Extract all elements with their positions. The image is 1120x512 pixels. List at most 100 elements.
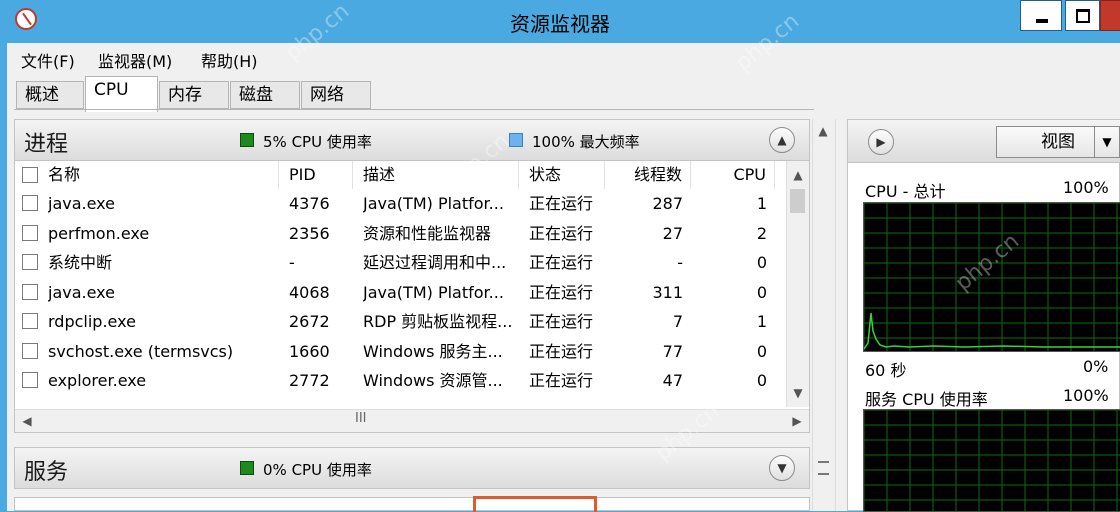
scroll-left-icon[interactable]: ◀: [17, 411, 37, 431]
menu-bar: 文件(F) 监视器(M) 帮助(H): [7, 43, 1120, 73]
services-table-top: [14, 496, 810, 512]
service-cpu-max: 100%: [1063, 386, 1109, 405]
row-checkbox[interactable]: [22, 283, 38, 300]
row-checkbox[interactable]: [22, 342, 38, 359]
row-checkbox[interactable]: [22, 254, 38, 270]
process-cpu: 0: [756, 253, 767, 272]
column-status[interactable]: 状态: [519, 161, 605, 189]
process-status: 正在运行: [529, 223, 594, 243]
table-row[interactable]: java.exe 4068 Java(TM) Platfor... 正在运行 311 0: [15, 278, 785, 307]
process-cpu: 1: [756, 194, 767, 213]
process-description: Java(TM) Platfor...: [363, 194, 504, 213]
processes-title: 进程: [24, 132, 69, 157]
process-cpu: 0: [756, 341, 767, 361]
menu-help[interactable]: 帮助(H): [201, 48, 258, 72]
table-row[interactable]: 系统中断 - 延迟过程调用和中... 正在运行 - 0: [15, 248, 785, 277]
expand-services-button[interactable]: ▼: [769, 455, 795, 481]
services-title: 服务: [24, 460, 69, 485]
horizontal-scroll-grip[interactable]: III: [355, 411, 367, 426]
tab-disk[interactable]: 磁盘: [230, 81, 300, 109]
process-threads: -: [677, 253, 683, 272]
process-description: Java(TM) Platfor...: [363, 282, 504, 302]
process-description: Windows 服务主...: [363, 341, 503, 361]
window-title: 资源监视器: [510, 12, 610, 36]
process-threads: 27: [662, 223, 683, 243]
process-pid: 2672: [289, 312, 330, 331]
process-pid: -: [289, 253, 295, 272]
panel-scroll-up-icon[interactable]: ▲: [813, 121, 833, 141]
process-pid: 1660: [289, 341, 330, 361]
scroll-down-icon[interactable]: ▼: [788, 383, 808, 403]
collapse-processes-button[interactable]: ▲: [769, 127, 795, 153]
maximize-button[interactable]: [1065, 0, 1100, 31]
row-checkbox[interactable]: [22, 224, 38, 241]
service-cpu-label: 服务 CPU 使用率: [865, 390, 988, 409]
panel-splitter-grip[interactable]: [818, 461, 829, 475]
window-frame: 文件(F) 监视器(M) 帮助(H) 概述 CPU 内存 磁盘 网络 进程 5%…: [7, 43, 1120, 512]
process-pid: 2356: [289, 223, 330, 243]
column-threads[interactable]: 线程数: [605, 161, 691, 189]
chevron-down-icon[interactable]: ▼: [1094, 127, 1119, 157]
tab-memory[interactable]: 内存: [159, 81, 229, 109]
processes-cpu-usage: 5% CPU 使用率: [263, 133, 372, 151]
row-checkbox[interactable]: [22, 313, 38, 329]
process-threads: 77: [662, 341, 683, 361]
process-description: 资源和性能监视器: [363, 223, 492, 243]
menu-monitor[interactable]: 监视器(M): [98, 48, 172, 72]
panel-scrollbar[interactable]: ▲: [812, 119, 836, 511]
processes-header[interactable]: 进程 5% CPU 使用率 100% 最大频率 ▲: [14, 119, 810, 161]
table-row[interactable]: rdpclip.exe 2672 RDP 剪贴板监视程... 正在运行 7 1: [15, 307, 785, 336]
menu-file[interactable]: 文件(F): [21, 48, 75, 72]
services-header[interactable]: 服务 0% CPU 使用率 ▼: [14, 447, 810, 489]
cpu-total-graph: [863, 202, 1120, 352]
toggle-graphs-button[interactable]: ▶: [868, 129, 894, 155]
process-status: 正在运行: [529, 282, 594, 302]
processes-horizontal-scrollbar[interactable]: ◀ III ▶: [15, 409, 809, 432]
process-name: explorer.exe: [48, 371, 147, 390]
table-row[interactable]: explorer.exe 2772 Windows 资源管... 正在运行 47 0: [15, 366, 785, 395]
cpu-total-max: 100%: [1063, 178, 1109, 197]
services-cpu-usage: 0% CPU 使用率: [263, 461, 372, 479]
process-status: 正在运行: [529, 253, 594, 272]
process-pid: 2772: [289, 371, 330, 390]
process-name: java.exe: [48, 194, 115, 213]
service-cpu-graph: [863, 409, 1120, 512]
column-cpu[interactable]: CPU: [691, 161, 775, 189]
scroll-up-icon[interactable]: ▲: [788, 165, 808, 185]
tab-divider: [14, 109, 814, 110]
tab-network[interactable]: 网络: [301, 81, 371, 109]
process-cpu: 2: [756, 223, 767, 243]
process-status: 正在运行: [529, 371, 594, 390]
services-cpu-legend-icon: [240, 461, 254, 475]
process-name: perfmon.exe: [48, 223, 150, 243]
row-checkbox[interactable]: [22, 372, 38, 388]
scroll-right-icon[interactable]: ▶: [787, 411, 807, 431]
process-name: rdpclip.exe: [48, 312, 136, 331]
minimize-button[interactable]: [1020, 0, 1062, 31]
title-bar[interactable]: 资源监视器: [0, 0, 1120, 43]
column-description[interactable]: 描述: [353, 161, 519, 189]
process-pid: 4068: [289, 282, 330, 302]
process-cpu: 0: [756, 282, 767, 302]
cpu-total-min: 0%: [1083, 357, 1109, 376]
process-threads: 311: [652, 282, 683, 302]
table-row[interactable]: perfmon.exe 2356 资源和性能监视器 正在运行 27 2: [15, 219, 785, 248]
processes-max-frequency: 100% 最大频率: [532, 133, 640, 151]
close-button[interactable]: [1100, 0, 1120, 31]
column-name[interactable]: 名称: [15, 161, 279, 189]
select-all-checkbox[interactable]: [22, 167, 38, 183]
view-dropdown[interactable]: 视图 ▼: [996, 126, 1120, 158]
process-status: 正在运行: [529, 312, 594, 331]
table-row[interactable]: svchost.exe (termsvcs) 1660 Windows 服务主...…: [15, 337, 785, 366]
table-row[interactable]: java.exe 4376 Java(TM) Platfor... 正在运行 287 1: [15, 189, 785, 218]
tab-overview[interactable]: 概述: [16, 81, 84, 109]
row-checkbox[interactable]: [22, 195, 38, 211]
processes-vertical-scrollbar[interactable]: ▲ ▼: [786, 161, 809, 407]
max-frequency-legend-icon: [509, 133, 523, 147]
tab-cpu[interactable]: CPU: [85, 76, 158, 112]
column-pid[interactable]: PID: [279, 161, 353, 189]
process-name: 系统中断: [48, 253, 113, 272]
process-pid: 4376: [289, 194, 330, 213]
process-cpu: 0: [756, 371, 767, 390]
vertical-scroll-thumb[interactable]: [790, 189, 805, 213]
